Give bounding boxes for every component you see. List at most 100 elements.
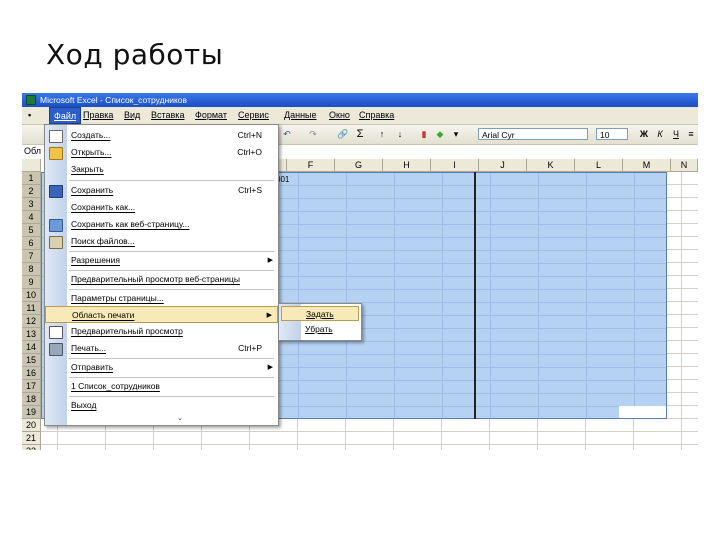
- menu-item-label: Выход: [71, 400, 97, 410]
- font-name-select[interactable]: Arial Cyr: [478, 128, 588, 140]
- column-header-l[interactable]: L: [575, 159, 623, 172]
- row-header[interactable]: 9: [22, 276, 41, 289]
- menu-bar: ▪ Файл Правка Вид Вставка Формат Сервис …: [22, 107, 698, 125]
- menu-item-print-preview[interactable]: Предварительный просмотр: [45, 323, 278, 340]
- row-header[interactable]: 17: [22, 380, 41, 393]
- hyperlink-icon[interactable]: 🔗: [336, 127, 350, 141]
- menu-item-label: Разрешения: [71, 255, 120, 265]
- column-header-n[interactable]: N: [671, 159, 698, 172]
- row-header[interactable]: 21: [22, 432, 41, 445]
- save-icon: [49, 185, 63, 198]
- window-title: Microsoft Excel - Список_сотрудников: [40, 95, 188, 105]
- row-header[interactable]: 19: [22, 406, 41, 419]
- submenu-arrow-icon: ▶: [267, 257, 273, 264]
- excel-screenshot: Microsoft Excel - Список_сотрудников ▪ Ф…: [22, 93, 698, 450]
- row-header[interactable]: 7: [22, 250, 41, 263]
- menu-item-save[interactable]: Сохранить Ctrl+S: [45, 182, 278, 199]
- file-menu-dropdown: Создать... Ctrl+N Открыть... Ctrl+O Закр…: [44, 124, 279, 426]
- column-header-g[interactable]: G: [335, 159, 383, 172]
- menu-item-new[interactable]: Создать... Ctrl+N: [45, 127, 278, 144]
- column-header-j[interactable]: J: [479, 159, 527, 172]
- row-header[interactable]: 3: [22, 198, 41, 211]
- sort-desc-icon[interactable]: ↓: [394, 127, 406, 141]
- row-header[interactable]: 5: [22, 224, 41, 237]
- submenu-item-set[interactable]: Задать: [281, 306, 359, 321]
- row-header[interactable]: 1: [22, 172, 41, 185]
- menu-edit[interactable]: Правка: [79, 107, 117, 124]
- redo-icon[interactable]: ↷: [306, 127, 320, 141]
- row-header[interactable]: 20: [22, 419, 41, 432]
- chart-wizard-icon[interactable]: ▮: [418, 127, 430, 141]
- column-header-i[interactable]: I: [431, 159, 479, 172]
- menu-item-print-area[interactable]: Область печати ▶: [45, 306, 278, 323]
- row-header[interactable]: 8: [22, 263, 41, 276]
- web-save-icon: [49, 219, 63, 232]
- menu-item-label: Сохранить: [71, 185, 114, 195]
- print-preview-icon: [49, 326, 63, 339]
- font-size-select[interactable]: 10: [596, 128, 628, 140]
- zoom-icon[interactable]: ▾: [450, 127, 462, 141]
- row-header[interactable]: 15: [22, 354, 41, 367]
- drawing-icon[interactable]: ◆: [434, 127, 446, 141]
- menu-insert[interactable]: Вставка: [147, 107, 188, 124]
- row-header[interactable]: 12: [22, 315, 41, 328]
- bold-button[interactable]: Ж: [638, 127, 650, 141]
- menu-item-permissions[interactable]: Разрешения ▶: [45, 252, 278, 269]
- print-icon: [49, 343, 63, 356]
- undo-icon[interactable]: ↶: [280, 127, 294, 141]
- menu-item-save-as-web[interactable]: Сохранить как веб-страницу...: [45, 216, 278, 233]
- menu-file[interactable]: Файл: [49, 107, 82, 124]
- menu-data[interactable]: Данные: [280, 107, 321, 124]
- autosum-icon[interactable]: Σ: [354, 127, 366, 141]
- menu-help[interactable]: Справка: [355, 107, 398, 124]
- align-left-icon[interactable]: ≡: [685, 127, 697, 141]
- menu-item-recent-file[interactable]: 1 Список_сотрудников: [45, 378, 278, 395]
- active-cell[interactable]: [619, 406, 666, 418]
- menu-item-send[interactable]: Отправить ▶: [45, 359, 278, 376]
- menu-item-label: Задать: [306, 309, 334, 319]
- print-area-submenu: Задать Убрать: [278, 303, 362, 341]
- row-header[interactable]: 11: [22, 302, 41, 315]
- menu-item-search-files[interactable]: Поиск файлов...: [45, 233, 278, 250]
- column-header-f[interactable]: F: [287, 159, 335, 172]
- menu-item-exit[interactable]: Выход: [45, 397, 278, 414]
- menu-view[interactable]: Вид: [120, 107, 144, 124]
- menu-item-save-as[interactable]: Сохранить как...: [45, 199, 278, 216]
- menu-item-label: Сохранить как веб-страницу...: [71, 219, 190, 229]
- menu-item-shortcut: Ctrl+P: [238, 343, 262, 353]
- submenu-item-clear[interactable]: Убрать: [281, 322, 359, 337]
- menu-item-label: Предварительный просмотр веб-страницы: [71, 274, 240, 284]
- menu-item-shortcut: Ctrl+N: [237, 130, 262, 140]
- sort-asc-icon[interactable]: ↑: [376, 127, 388, 141]
- menu-expand-chevron-icon[interactable]: ⌄: [175, 414, 185, 423]
- excel-app-icon: [26, 95, 36, 105]
- menu-item-web-preview[interactable]: Предварительный просмотр веб-страницы: [45, 271, 278, 288]
- row-header[interactable]: 16: [22, 367, 41, 380]
- menu-item-label: Открыть...: [71, 147, 112, 157]
- underline-button[interactable]: Ч: [670, 127, 682, 141]
- row-header[interactable]: 2: [22, 185, 41, 198]
- menu-format[interactable]: Формат: [191, 107, 231, 124]
- menu-item-open[interactable]: Открыть... Ctrl+O: [45, 144, 278, 161]
- menu-tools[interactable]: Сервис: [234, 107, 273, 124]
- page-break-line: [474, 172, 476, 419]
- row-header[interactable]: 13: [22, 328, 41, 341]
- menu-bar-icon: ▪: [28, 110, 32, 120]
- menu-item-label: Предварительный просмотр: [71, 326, 183, 336]
- menu-window[interactable]: Окно: [325, 107, 354, 124]
- menu-item-page-setup[interactable]: Параметры страницы...: [45, 290, 278, 307]
- menu-item-print[interactable]: Печать... Ctrl+P: [45, 340, 278, 357]
- row-header[interactable]: 6: [22, 237, 41, 250]
- row-header[interactable]: 22: [22, 445, 41, 450]
- column-header-m[interactable]: M: [623, 159, 671, 172]
- column-header-k[interactable]: K: [527, 159, 575, 172]
- select-all-corner[interactable]: [22, 159, 41, 172]
- row-header[interactable]: 10: [22, 289, 41, 302]
- menu-item-label: Отправить: [71, 362, 114, 372]
- row-header[interactable]: 18: [22, 393, 41, 406]
- row-header[interactable]: 14: [22, 341, 41, 354]
- column-header-h[interactable]: H: [383, 159, 431, 172]
- italic-button[interactable]: К: [654, 127, 666, 141]
- row-header[interactable]: 4: [22, 211, 41, 224]
- menu-item-close[interactable]: Закрыть: [45, 161, 278, 178]
